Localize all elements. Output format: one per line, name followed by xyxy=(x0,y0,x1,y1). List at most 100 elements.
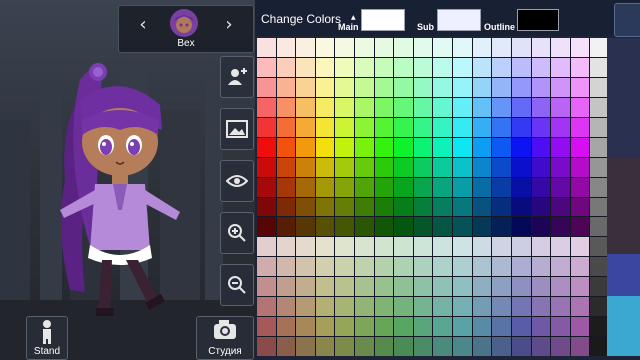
color-swatch[interactable] xyxy=(413,97,433,117)
color-swatch[interactable] xyxy=(531,177,551,197)
color-swatch[interactable] xyxy=(413,257,433,277)
color-swatch[interactable] xyxy=(276,137,296,157)
color-swatch[interactable] xyxy=(492,317,511,337)
color-swatch[interactable] xyxy=(394,97,413,117)
color-swatch[interactable] xyxy=(433,237,453,257)
color-swatch[interactable] xyxy=(335,97,355,117)
color-swatch[interactable] xyxy=(257,97,276,117)
color-swatch[interactable] xyxy=(394,38,413,57)
color-swatch[interactable] xyxy=(315,137,335,157)
color-swatch[interactable] xyxy=(413,297,433,317)
color-swatch[interactable] xyxy=(335,197,355,217)
color-swatch[interactable] xyxy=(355,77,374,97)
color-swatch[interactable] xyxy=(492,217,511,237)
color-swatch[interactable] xyxy=(257,297,276,317)
character-portrait[interactable] xyxy=(169,8,199,38)
color-swatch[interactable] xyxy=(335,137,355,157)
color-swatch[interactable] xyxy=(296,337,315,356)
color-swatch[interactable] xyxy=(276,117,296,137)
color-swatch[interactable] xyxy=(492,77,511,97)
color-swatch[interactable] xyxy=(276,97,296,117)
color-swatch[interactable] xyxy=(257,257,276,277)
outline-color-swatch[interactable] xyxy=(517,9,559,31)
color-swatch[interactable] xyxy=(374,137,394,157)
color-swatch[interactable] xyxy=(492,197,511,217)
color-swatch[interactable] xyxy=(374,157,394,177)
color-swatch[interactable] xyxy=(511,57,531,77)
color-swatch[interactable] xyxy=(511,257,531,277)
color-swatch[interactable] xyxy=(315,297,335,317)
color-swatch[interactable] xyxy=(374,38,394,57)
color-swatch[interactable] xyxy=(276,197,296,217)
color-swatch[interactable] xyxy=(374,77,394,97)
color-swatch[interactable] xyxy=(374,237,394,257)
color-swatch[interactable] xyxy=(335,38,355,57)
zoom-out-button[interactable] xyxy=(220,264,254,306)
color-swatch[interactable] xyxy=(374,57,394,77)
color-swatch[interactable] xyxy=(472,97,492,117)
color-swatch[interactable] xyxy=(257,77,276,97)
color-swatch[interactable] xyxy=(531,57,551,77)
color-swatch[interactable] xyxy=(433,117,453,137)
studio-button[interactable]: Студия xyxy=(196,316,254,360)
color-swatch[interactable] xyxy=(472,237,492,257)
color-swatch[interactable] xyxy=(472,217,492,237)
color-swatch[interactable] xyxy=(413,38,433,57)
main-color-swatch[interactable] xyxy=(361,9,405,31)
color-swatch[interactable] xyxy=(511,77,531,97)
color-swatch[interactable] xyxy=(472,137,492,157)
color-swatch[interactable] xyxy=(551,237,570,257)
color-swatch[interactable] xyxy=(570,38,590,57)
color-swatch[interactable] xyxy=(296,217,315,237)
color-swatch[interactable] xyxy=(453,277,472,297)
color-swatch[interactable] xyxy=(511,237,531,257)
color-swatch[interactable] xyxy=(570,197,590,217)
color-swatch[interactable] xyxy=(551,137,570,157)
color-swatch[interactable] xyxy=(276,337,296,356)
side-swatch[interactable] xyxy=(607,296,640,356)
color-swatch[interactable] xyxy=(335,297,355,317)
color-swatch[interactable] xyxy=(296,97,315,117)
color-swatch[interactable] xyxy=(551,217,570,237)
color-swatch[interactable] xyxy=(551,197,570,217)
color-swatch[interactable] xyxy=(355,137,374,157)
color-swatch[interactable] xyxy=(492,257,511,277)
color-swatch[interactable] xyxy=(374,277,394,297)
color-swatch[interactable] xyxy=(257,237,276,257)
color-swatch[interactable] xyxy=(296,317,315,337)
color-swatch[interactable] xyxy=(433,197,453,217)
color-swatch[interactable] xyxy=(551,97,570,117)
close-panel-button[interactable] xyxy=(614,3,640,37)
color-swatch[interactable] xyxy=(570,117,590,137)
color-swatch[interactable] xyxy=(531,297,551,317)
color-swatch[interactable] xyxy=(257,177,276,197)
color-swatch[interactable] xyxy=(413,277,433,297)
color-swatch[interactable] xyxy=(453,97,472,117)
color-swatch[interactable] xyxy=(296,237,315,257)
color-swatch[interactable] xyxy=(433,157,453,177)
color-swatch[interactable] xyxy=(453,77,472,97)
color-swatch[interactable] xyxy=(453,317,472,337)
color-swatch[interactable] xyxy=(315,38,335,57)
color-swatch[interactable] xyxy=(374,97,394,117)
color-swatch[interactable] xyxy=(570,137,590,157)
color-swatch[interactable] xyxy=(551,57,570,77)
color-swatch[interactable] xyxy=(551,157,570,177)
color-swatch[interactable] xyxy=(355,177,374,197)
color-swatch[interactable] xyxy=(296,277,315,297)
color-swatch[interactable] xyxy=(531,38,551,57)
color-swatch[interactable] xyxy=(335,117,355,137)
color-swatch[interactable] xyxy=(453,217,472,237)
color-swatch[interactable] xyxy=(472,57,492,77)
color-swatch[interactable] xyxy=(472,77,492,97)
color-swatch[interactable] xyxy=(257,217,276,237)
color-swatch[interactable] xyxy=(531,317,551,337)
color-swatch[interactable] xyxy=(394,137,413,157)
color-swatch[interactable] xyxy=(511,317,531,337)
color-swatch[interactable] xyxy=(472,38,492,57)
color-swatch[interactable] xyxy=(355,38,374,57)
color-swatch[interactable] xyxy=(453,157,472,177)
color-swatch[interactable] xyxy=(257,337,276,356)
color-swatch[interactable] xyxy=(394,337,413,356)
color-swatch[interactable] xyxy=(296,157,315,177)
